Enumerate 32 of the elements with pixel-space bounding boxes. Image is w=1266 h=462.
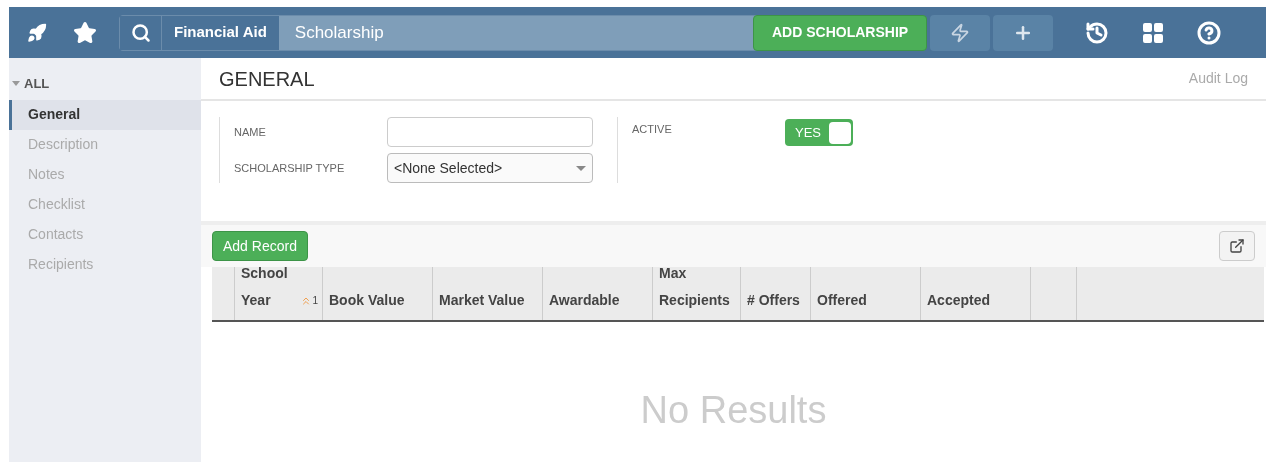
open-external-button[interactable]	[1219, 231, 1255, 261]
caret-icon	[576, 165, 586, 171]
column-header[interactable]: Accepted	[927, 287, 991, 314]
name-field[interactable]	[387, 117, 593, 147]
grid-icon[interactable]	[1141, 20, 1166, 45]
sort-rank: 1	[312, 294, 318, 308]
column-header[interactable]: # Offers	[747, 287, 800, 314]
external-link-icon	[1229, 238, 1245, 254]
search-icon	[130, 22, 151, 43]
breadcrumb-link[interactable]: Financial Aid	[162, 15, 279, 50]
column-header[interactable]: School Year	[241, 260, 288, 314]
star-icon[interactable]	[73, 20, 97, 45]
scholarship-type-dropdown[interactable]: <None Selected>	[387, 153, 593, 183]
sidebar-group[interactable]: ALL	[24, 74, 50, 94]
column-header[interactable]: Max Recipients	[659, 260, 730, 314]
column-header[interactable]: Offered	[817, 287, 867, 314]
help-icon[interactable]	[1197, 20, 1222, 45]
column-header[interactable]: Awardable	[549, 287, 620, 314]
search-button[interactable]	[120, 15, 162, 50]
add-button[interactable]	[993, 14, 1054, 51]
column-header[interactable]: Market Value	[439, 287, 525, 314]
field-label: ACTIVE	[632, 122, 673, 137]
field-label: NAME	[234, 124, 267, 140]
rocket-icon[interactable]	[27, 22, 47, 43]
field-label: SCHOLARSHIP TYPE	[234, 160, 346, 176]
lightning-icon	[950, 22, 971, 43]
quick-action-button[interactable]	[930, 14, 991, 51]
history-icon[interactable]	[1085, 20, 1110, 45]
section-title: GENERAL	[219, 66, 315, 92]
sidebar-item[interactable]: General	[9, 99, 201, 130]
breadcrumb-current: Scholarship	[293, 21, 385, 44]
column-header[interactable]: Book Value	[329, 287, 405, 314]
